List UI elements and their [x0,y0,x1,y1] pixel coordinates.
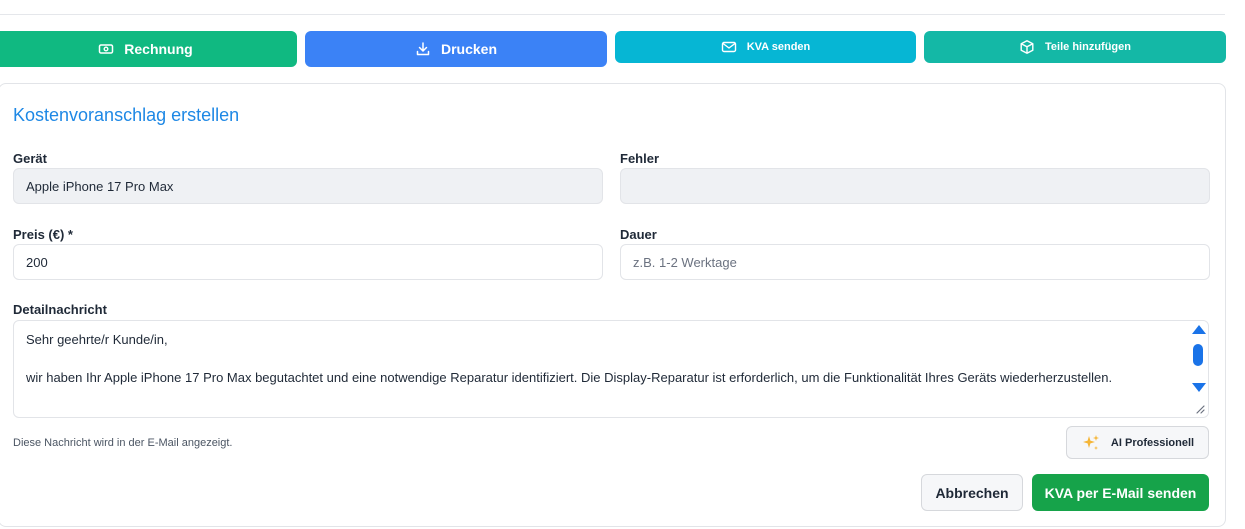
ai-professional-button[interactable]: AI Professionell [1066,426,1209,459]
add-parts-label: Teile hinzufügen [1045,41,1131,53]
package-icon [1019,39,1035,55]
invoice-label: Rechnung [124,41,193,57]
duration-field[interactable]: z.B. 1-2 Werktage [620,244,1210,280]
device-value: Apple iPhone 17 Pro Max [26,178,174,194]
ai-professional-label: AI Professionell [1110,436,1195,449]
message-content: Sehr geehrte/r Kunde/in, wir haben Ihr A… [26,330,1176,387]
message-line-greeting: Sehr geehrte/r Kunde/in, [26,332,168,347]
error-field[interactable] [620,168,1210,204]
cancel-button[interactable]: Abbrechen [921,474,1023,511]
top-divider [0,14,1225,15]
error-label: Fehler [620,151,660,166]
banknote-icon [98,41,114,57]
message-label: Detailnachricht [13,302,107,317]
scroll-thumb[interactable] [1193,344,1203,366]
kva-send-label: KVA senden [746,41,811,53]
device-field[interactable]: Apple iPhone 17 Pro Max [13,168,603,204]
form-title: Kostenvoranschlag erstellen [13,105,240,125]
print-button[interactable]: Drucken [305,31,607,67]
scroll-up-arrow[interactable] [1192,325,1206,334]
add-parts-button[interactable]: Teile hinzufügen [924,31,1226,63]
resize-handle-icon[interactable] [1192,401,1206,415]
mail-icon [721,39,737,55]
duration-label: Dauer [620,227,657,242]
price-label: Preis (€) * [13,227,73,242]
device-label: Gerät [13,151,47,166]
price-value: 200 [26,254,48,270]
estimate-form-card: Kostenvoranschlag erstellen Gerät Apple … [0,83,1226,527]
action-bar: Rechnung Drucken KVA senden Teile hinzuf… [0,31,1226,67]
kva-send-button[interactable]: KVA senden [615,31,916,63]
send-kva-email-button[interactable]: KVA per E-Mail senden [1032,474,1209,511]
price-field[interactable]: 200 [13,244,603,280]
duration-placeholder: z.B. 1-2 Werktage [633,254,737,270]
message-line-body: wir haben Ihr Apple iPhone 17 Pro Max be… [26,370,1113,385]
message-textarea[interactable]: Sehr geehrte/r Kunde/in, wir haben Ihr A… [13,320,1209,418]
sparkles-icon [1081,433,1101,453]
scroll-down-arrow[interactable] [1192,383,1206,392]
download-icon [415,41,431,57]
invoice-button[interactable]: Rechnung [0,31,297,67]
print-label: Drucken [440,41,498,57]
message-helper-text: Diese Nachricht wird in der E-Mail angez… [13,437,233,449]
